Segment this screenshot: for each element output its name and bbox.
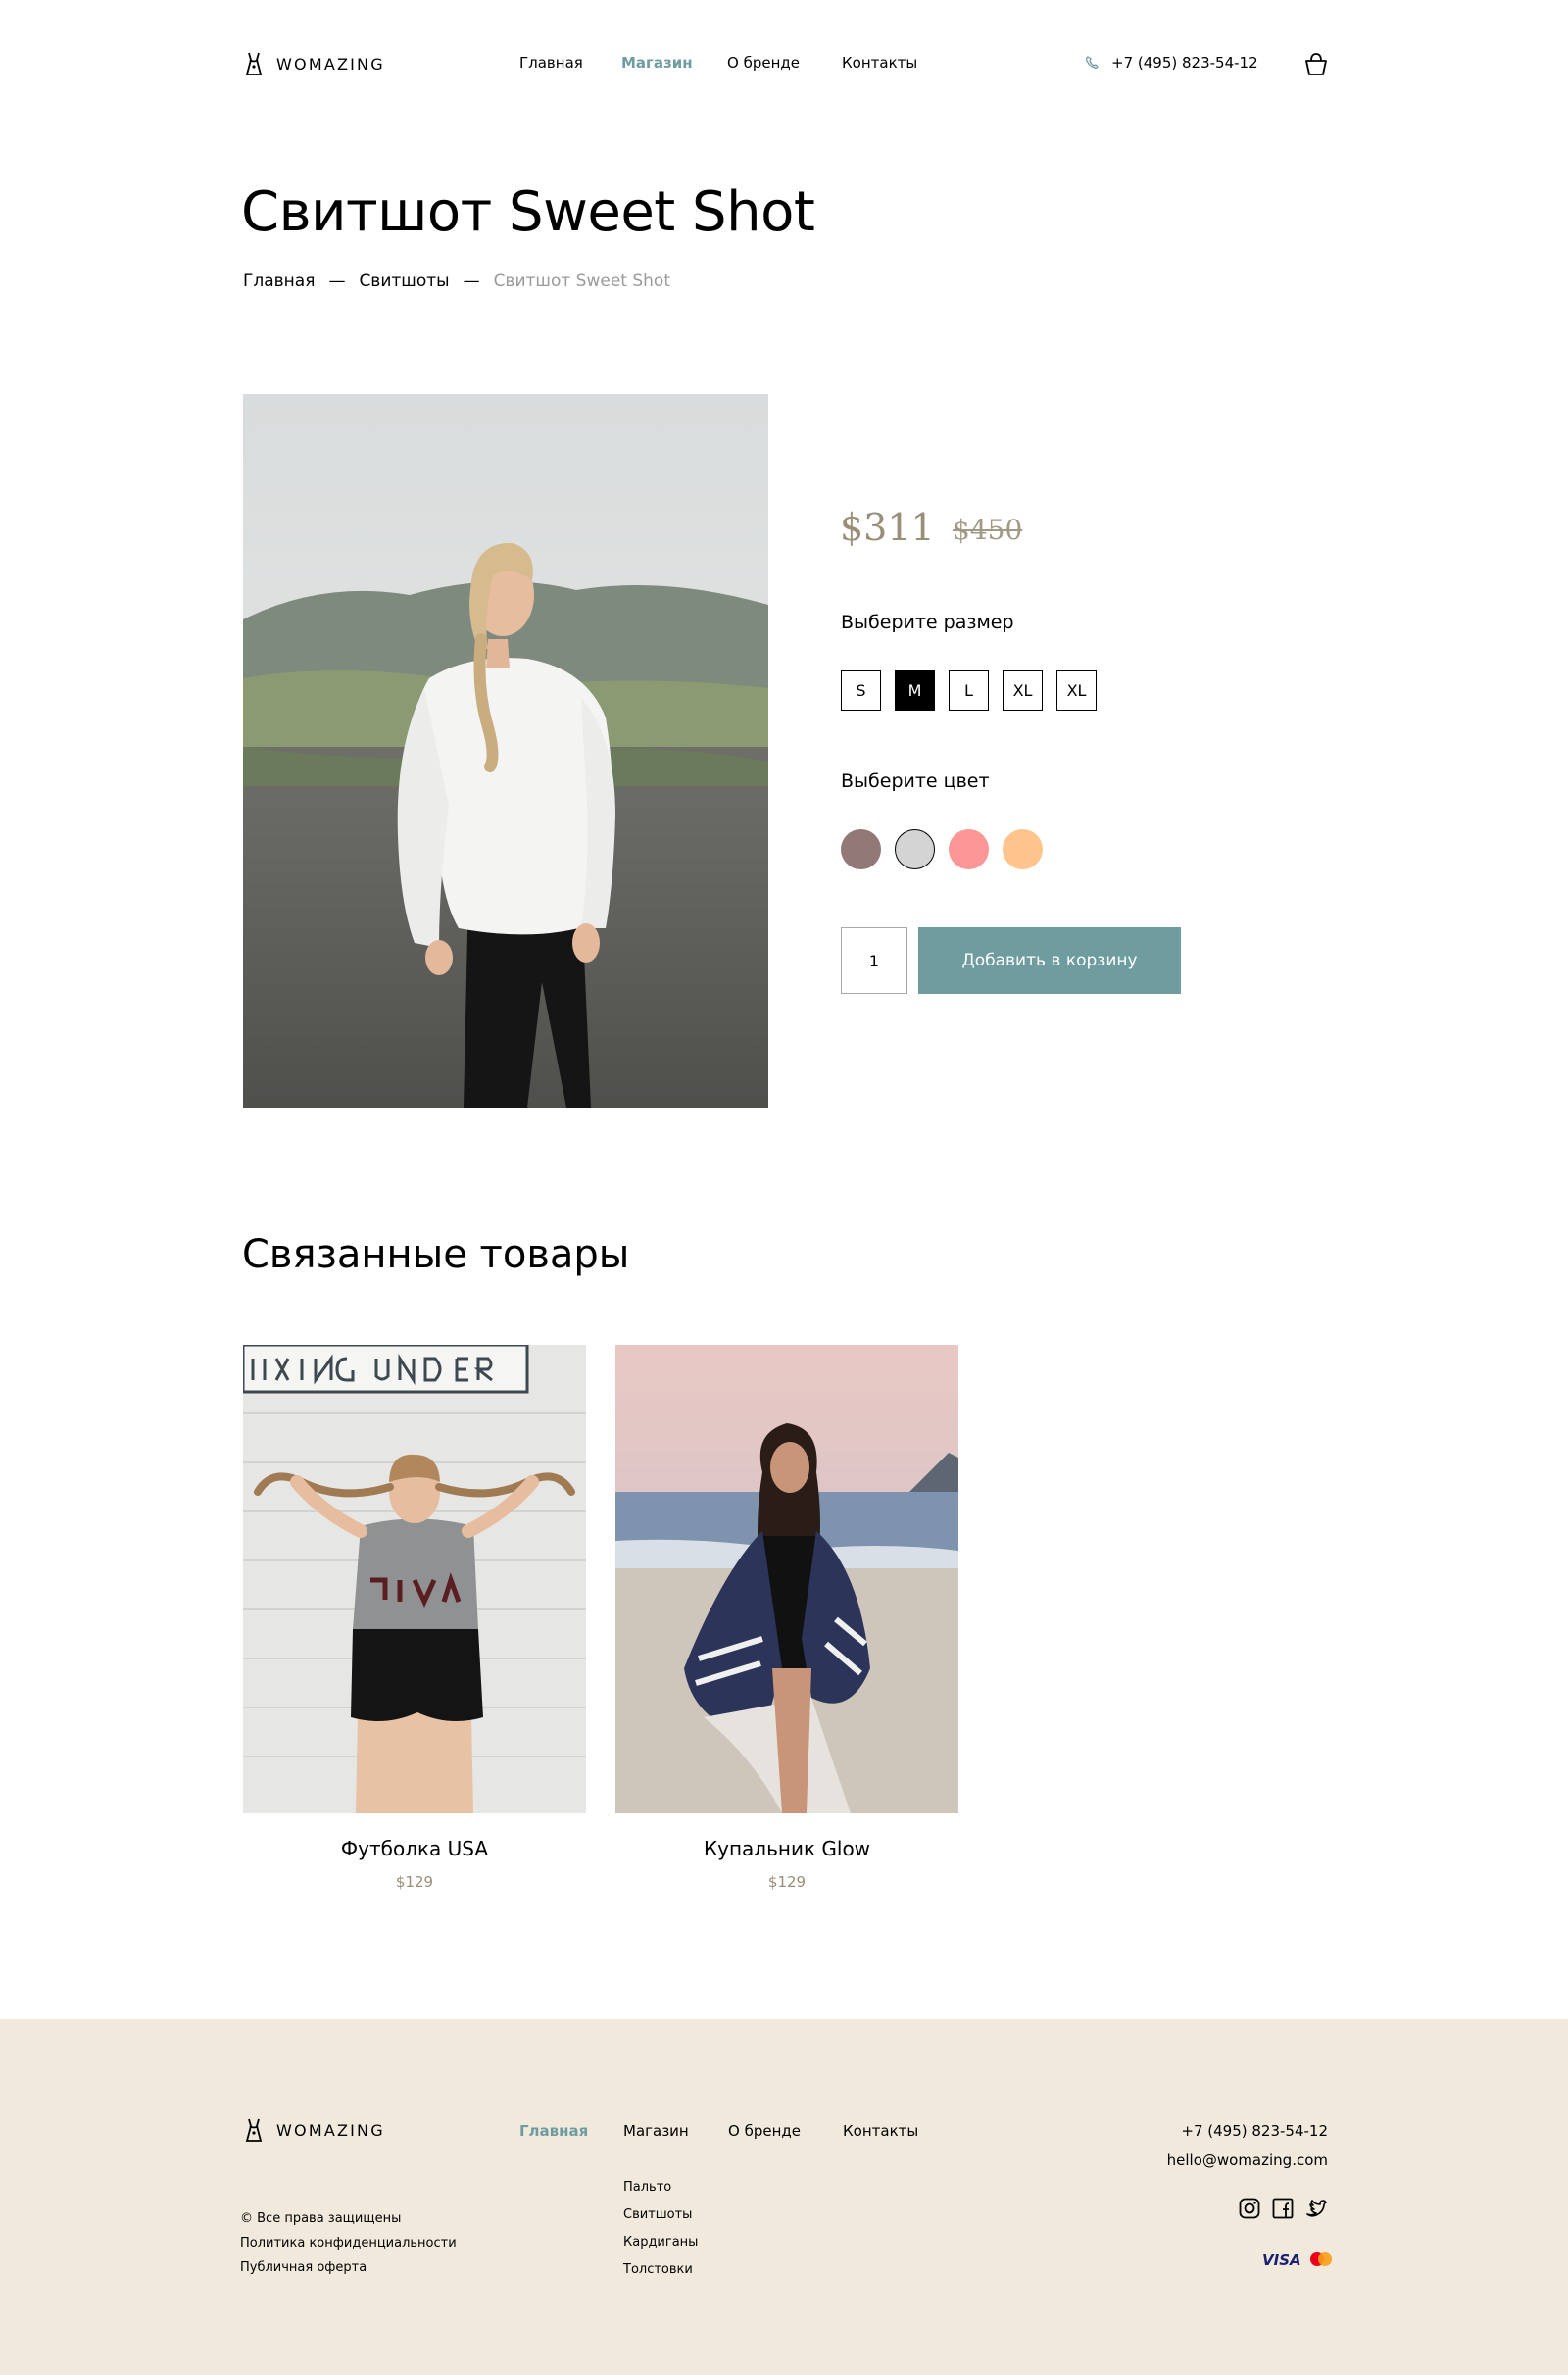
- page-title: Свитшот Sweet Shot: [241, 180, 815, 244]
- related-item-name[interactable]: Футболка USA: [243, 1837, 586, 1860]
- breadcrumb-category[interactable]: Свитшоты: [359, 272, 449, 291]
- footer-offer-link[interactable]: Публичная оферта: [240, 2260, 367, 2275]
- size-option-xl-2[interactable]: XL: [1056, 670, 1097, 711]
- size-option-s[interactable]: S: [841, 670, 881, 711]
- instagram-icon[interactable]: [1239, 2198, 1260, 2219]
- quantity-input[interactable]: 1: [841, 927, 907, 994]
- logo-text: WOMAZING: [276, 54, 385, 74]
- breadcrumb-home[interactable]: Главная: [243, 272, 315, 291]
- footer: WOMAZING Главная Магазин О бренде Контак…: [0, 2019, 1568, 2375]
- footer-phone[interactable]: +7 (495) 823-54-12: [1181, 2122, 1328, 2140]
- breadcrumb: Главная — Свитшоты — Свитшот Sweet Shot: [243, 272, 670, 291]
- related-item-price: $129: [395, 1873, 434, 1891]
- color-swatch-pink[interactable]: [949, 829, 989, 869]
- related-item-image[interactable]: [615, 1345, 958, 1813]
- related-item-name[interactable]: Купальник Glow: [615, 1837, 958, 1860]
- product-image: [243, 394, 768, 1108]
- header-phone[interactable]: +7 (495) 823-54-12: [1084, 54, 1258, 72]
- color-selector: [841, 829, 1043, 869]
- product-price: $311: [840, 506, 935, 549]
- size-option-m[interactable]: M: [895, 670, 935, 711]
- size-selector: S M L XL XL: [841, 670, 1097, 711]
- nav-contacts[interactable]: Контакты: [842, 54, 917, 72]
- breadcrumb-separator: —: [328, 272, 346, 291]
- footer-shop-link-hoodies[interactable]: Толстовки: [623, 2262, 693, 2277]
- size-label: Выберите размер: [841, 612, 1014, 633]
- color-label: Выберите цвет: [841, 770, 990, 792]
- payment-methods: VISA: [1262, 2251, 1335, 2269]
- footer-nav-home[interactable]: Главная: [519, 2122, 588, 2140]
- mastercard-icon: [1309, 2252, 1332, 2266]
- footer-nav-contacts[interactable]: Контакты: [843, 2122, 918, 2140]
- nav-home[interactable]: Главная: [519, 54, 583, 72]
- facebook-icon[interactable]: [1272, 2198, 1294, 2219]
- cart-icon[interactable]: [1303, 51, 1329, 76]
- breadcrumb-separator: —: [463, 272, 480, 291]
- footer-shop-link-coats[interactable]: Пальто: [623, 2180, 671, 2195]
- phone-icon: [1086, 56, 1099, 69]
- size-option-xl[interactable]: XL: [1003, 670, 1043, 711]
- related-item-price: $129: [767, 1873, 807, 1891]
- related-title: Связанные товары: [242, 1232, 630, 1277]
- footer-nav-about[interactable]: О бренде: [728, 2122, 801, 2140]
- nav-about[interactable]: О бренде: [727, 54, 800, 72]
- footer-social: [1239, 2198, 1327, 2219]
- twitter-icon[interactable]: [1305, 2198, 1327, 2219]
- footer-shop-link-cardigans[interactable]: Кардиганы: [623, 2235, 698, 2250]
- visa-icon: VISA: [1262, 2251, 1301, 2269]
- footer-nav-shop[interactable]: Магазин: [623, 2122, 689, 2140]
- color-swatch-peach[interactable]: [1003, 829, 1043, 869]
- product-old-price: $450: [953, 514, 1023, 546]
- logo-text: WOMAZING: [276, 2120, 385, 2140]
- color-swatch-gray[interactable]: [895, 829, 935, 869]
- footer-copyright: © Все права защищены: [240, 2211, 402, 2226]
- add-to-cart-button[interactable]: Добавить в корзину: [918, 927, 1181, 994]
- footer-shop-link-sweatshirts[interactable]: Свитшоты: [623, 2207, 692, 2222]
- header-phone-number: +7 (495) 823-54-12: [1111, 54, 1258, 72]
- logo-icon: [245, 2118, 263, 2142]
- breadcrumb-current: Свитшот Sweet Shot: [493, 272, 670, 291]
- header-logo[interactable]: WOMAZING: [243, 51, 385, 76]
- color-swatch-mauve[interactable]: [841, 829, 881, 869]
- related-item-image[interactable]: [243, 1345, 586, 1813]
- footer-privacy-link[interactable]: Политика конфиденциальности: [240, 2236, 457, 2251]
- footer-email[interactable]: hello@womazing.com: [1167, 2152, 1328, 2169]
- footer-logo[interactable]: WOMAZING: [243, 2117, 385, 2143]
- nav-shop[interactable]: Магазин: [621, 54, 693, 72]
- logo-icon: [245, 52, 263, 75]
- size-option-l[interactable]: L: [949, 670, 989, 711]
